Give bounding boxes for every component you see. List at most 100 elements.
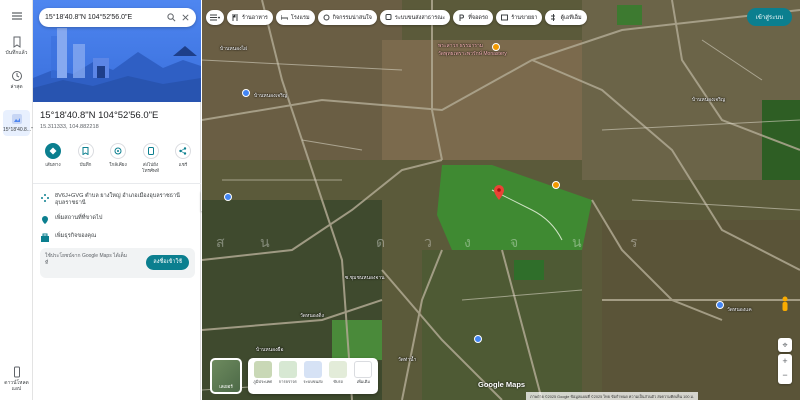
- chip-pharmacy[interactable]: ร้านขายยา: [496, 10, 543, 25]
- layers-label: เลเยอร์: [219, 384, 233, 389]
- signin-button[interactable]: เข้าสู่ระบบ: [746, 8, 792, 26]
- nearby-label: ใกล้เคียง: [109, 162, 127, 167]
- map-label[interactable]: วัดหนองแค: [727, 306, 752, 314]
- zoom-in-button[interactable]: +: [778, 354, 792, 368]
- my-location-button[interactable]: ⌖: [778, 338, 792, 352]
- chip-parking[interactable]: ที่จอดรถ: [453, 10, 494, 25]
- layer-traffic[interactable]: การจราจร: [276, 361, 299, 391]
- chip-restaurants[interactable]: ร้านอาหาร: [227, 10, 273, 25]
- place-marker[interactable]: [224, 193, 232, 201]
- menu-icon: [11, 12, 22, 20]
- pluscode-row[interactable]: 8V6J+GVG ตำบล ยางใหญ่ อำเภอเมืองอุบลราชธ…: [40, 193, 195, 207]
- layer-terrain[interactable]: ภูมิประเทศ: [251, 361, 274, 391]
- chip-hotels[interactable]: โรงแรม: [275, 10, 315, 25]
- signin-prompt-button[interactable]: ลงชื่อเข้าใช้: [146, 255, 189, 270]
- share-label: แชร์: [178, 162, 188, 167]
- saved-button[interactable]: บันทึกแล้ว: [0, 36, 33, 56]
- layer-label: การจราจร: [278, 379, 297, 384]
- place-marker[interactable]: [552, 181, 560, 189]
- add-place-icon: [42, 216, 48, 224]
- hero-image: 15°18'40.8"N 104°52'56.0"E: [33, 0, 201, 102]
- map-label[interactable]: พระสาวก ธรรมาราม: [438, 42, 483, 50]
- menu-button[interactable]: [0, 10, 33, 24]
- map-label[interactable]: ซ.ชุมชนหนองจาน: [345, 274, 385, 282]
- chip-atm[interactable]: ตู้เอทีเอ็ม: [545, 10, 587, 25]
- map-label[interactable]: วัดท่าน้ำ: [398, 356, 416, 364]
- place-marker[interactable]: [474, 335, 482, 343]
- send-to-phone-button[interactable]: ส่งไปยังโทรศัพท์: [137, 143, 165, 173]
- place-title: 15°18'40.8"N 104°52'56.0"E: [40, 110, 159, 121]
- layer-driving[interactable]: ขับรถ: [327, 361, 350, 391]
- chip-attractions[interactable]: กิจกรรมน่าสนใจ: [317, 10, 377, 25]
- chip-label: ร้านขายยา: [511, 14, 538, 21]
- bookmark-icon: [82, 147, 89, 155]
- layer-label: เพิ่มเติม: [356, 379, 371, 384]
- pharmacy-icon: [501, 14, 509, 21]
- chip-label: ตู้เอทีเอ็ม: [560, 14, 582, 21]
- watermark-letter: ร: [630, 234, 638, 250]
- bookmark-icon: [13, 36, 20, 48]
- map-label[interactable]: วัดหนองดิ่ง: [300, 312, 324, 320]
- hotel-icon: [280, 15, 288, 20]
- menu-icon: [210, 14, 220, 21]
- google-maps-logo: Google Maps: [478, 380, 526, 389]
- save-button[interactable]: บันทึก: [72, 143, 100, 173]
- share-button[interactable]: แชร์: [169, 143, 197, 173]
- map-label[interactable]: บ้านหนองเจริญ: [692, 96, 725, 104]
- dropped-pin-icon[interactable]: [494, 185, 504, 200]
- chip-label: ที่จอดรถ: [468, 14, 489, 21]
- add-place-row[interactable]: เพิ่มสถานที่ที่ขาดไป: [40, 215, 102, 225]
- place-marker[interactable]: [716, 301, 724, 309]
- download-label: ดาวน์โหลดแอป: [4, 380, 29, 392]
- place-marker[interactable]: [492, 43, 500, 51]
- map-label[interactable]: วัดพุทธเพราะพวรักษ์ Monastery: [438, 50, 507, 58]
- transit-icon: [385, 14, 392, 20]
- driving-icon: [329, 361, 348, 378]
- zoom-out-button[interactable]: −: [778, 368, 792, 382]
- add-place-text: เพิ่มสถานที่ที่ขาดไป: [55, 215, 103, 221]
- restaurant-icon: [232, 14, 238, 21]
- chip-transit[interactable]: ระบบขนส่งสาธารณะ: [379, 10, 451, 25]
- directions-label: เส้นทาง: [45, 162, 61, 167]
- map-label[interactable]: บ้านหนองผือ: [256, 346, 284, 354]
- watermark-letter: ส: [216, 234, 225, 250]
- save-label: บันทึก: [79, 162, 92, 167]
- layer-more[interactable]: เพิ่มเติม: [352, 361, 375, 391]
- watermark-letter: น: [572, 234, 582, 250]
- place-thumbnail-icon: [11, 114, 22, 124]
- satellite-imagery: [202, 0, 800, 400]
- attribution-bar[interactable]: ภาพถ่าย ©2025 Google ข้อมูลแผนที่ ©2025 …: [526, 392, 699, 400]
- search-icon[interactable]: [167, 13, 176, 22]
- my-location-icon: ⌖: [782, 340, 788, 350]
- layer-label: ขับรถ: [333, 379, 344, 384]
- transit-layer-icon: [304, 361, 322, 378]
- map-label[interactable]: บ้านหนองเจริญ: [254, 92, 287, 100]
- recent-button[interactable]: ล่าสุด: [0, 70, 33, 90]
- search-input[interactable]: 15°18'40.8"N 104°52'56.0"E: [45, 14, 162, 21]
- download-app-button[interactable]: ดาวน์โหลดแอป: [0, 366, 33, 392]
- layer-transit[interactable]: ระบบขนส่ง: [301, 361, 324, 391]
- layer-label: ภูมิประเทศ: [253, 379, 272, 384]
- nearby-button[interactable]: ใกล้เคียง: [104, 143, 132, 173]
- place-decimal-coords: 15.311333, 104.882218: [40, 124, 99, 130]
- watermark-letter: ง: [464, 234, 471, 250]
- add-business-row[interactable]: เพิ่มธุรกิจของคุณ: [40, 233, 96, 243]
- layers-toggle[interactable]: เลเยอร์: [210, 358, 242, 394]
- directions-button[interactable]: เส้นทาง: [39, 143, 67, 173]
- business-icon: [41, 233, 49, 242]
- share-icon: [179, 147, 187, 155]
- pegman-icon[interactable]: [780, 296, 790, 312]
- attraction-icon: [323, 14, 330, 21]
- search-box[interactable]: 15°18'40.8"N 104°52'56.0"E: [39, 8, 196, 27]
- map-label[interactable]: บ้านหนองไผ่: [220, 45, 247, 53]
- send-to-phone-label: ส่งไปยังโทรศัพท์: [142, 162, 159, 173]
- chip-label: โรงแรม: [290, 14, 310, 21]
- chip-label: ระบบขนส่งสาธารณะ: [394, 14, 446, 21]
- more-layers-icon: [354, 361, 373, 378]
- map-menu-chip[interactable]: [206, 10, 224, 25]
- close-icon[interactable]: [181, 13, 190, 22]
- map-canvas[interactable]: ส น ด ว ง จ น ร พระสาวก ธรรมาราม วัดพุทธ…: [202, 0, 800, 400]
- chip-label: ร้านอาหาร: [242, 14, 268, 21]
- recent-item[interactable]: 15°18'40.8..."N...: [3, 110, 41, 136]
- place-marker[interactable]: [242, 89, 250, 97]
